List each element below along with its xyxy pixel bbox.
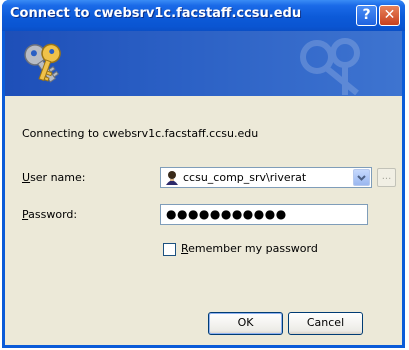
- username-value: ccsu_comp_srv\riverat: [183, 171, 307, 184]
- browse-credentials-button[interactable]: ...: [377, 168, 396, 187]
- remember-password-label[interactable]: Remember my password: [181, 242, 318, 255]
- password-field[interactable]: ●●●●●●●●●●●: [160, 204, 368, 225]
- remember-password-checkbox[interactable]: [163, 243, 176, 256]
- chevron-down-icon: [357, 175, 366, 181]
- title-bar[interactable]: Connect to cwebsrv1c.facstaff.ccsu.edu ?…: [2, 0, 405, 31]
- help-button[interactable]: ?: [356, 5, 377, 26]
- connecting-message: Connecting to cwebsrv1c.facstaff.ccsu.ed…: [22, 127, 259, 140]
- close-button[interactable]: ✕: [379, 5, 400, 26]
- user-account-icon: [166, 171, 178, 185]
- cancel-button[interactable]: Cancel: [288, 312, 363, 335]
- banner: [5, 31, 402, 96]
- ok-button[interactable]: OK: [208, 312, 283, 335]
- remember-label-text: emember my password: [188, 242, 318, 255]
- password-label: Password:: [22, 208, 77, 221]
- dialog-body: Connecting to cwebsrv1c.facstaff.ccsu.ed…: [5, 31, 402, 345]
- keys-icon: [24, 43, 61, 83]
- username-label-text: ser name:: [30, 171, 86, 184]
- password-label-text: assword:: [28, 208, 78, 221]
- password-value: ●●●●●●●●●●●: [166, 207, 287, 221]
- username-dropdown-button[interactable]: [353, 169, 370, 186]
- window-title: Connect to cwebsrv1c.facstaff.ccsu.edu: [10, 6, 302, 21]
- username-label: User name:: [22, 171, 85, 184]
- username-label-mnemonic: U: [22, 171, 31, 184]
- dialog-window: Connect to cwebsrv1c.facstaff.ccsu.edu ?…: [2, 0, 405, 348]
- username-combobox[interactable]: ccsu_comp_srv\riverat: [160, 167, 372, 188]
- banner-watermark-icon: [300, 38, 360, 95]
